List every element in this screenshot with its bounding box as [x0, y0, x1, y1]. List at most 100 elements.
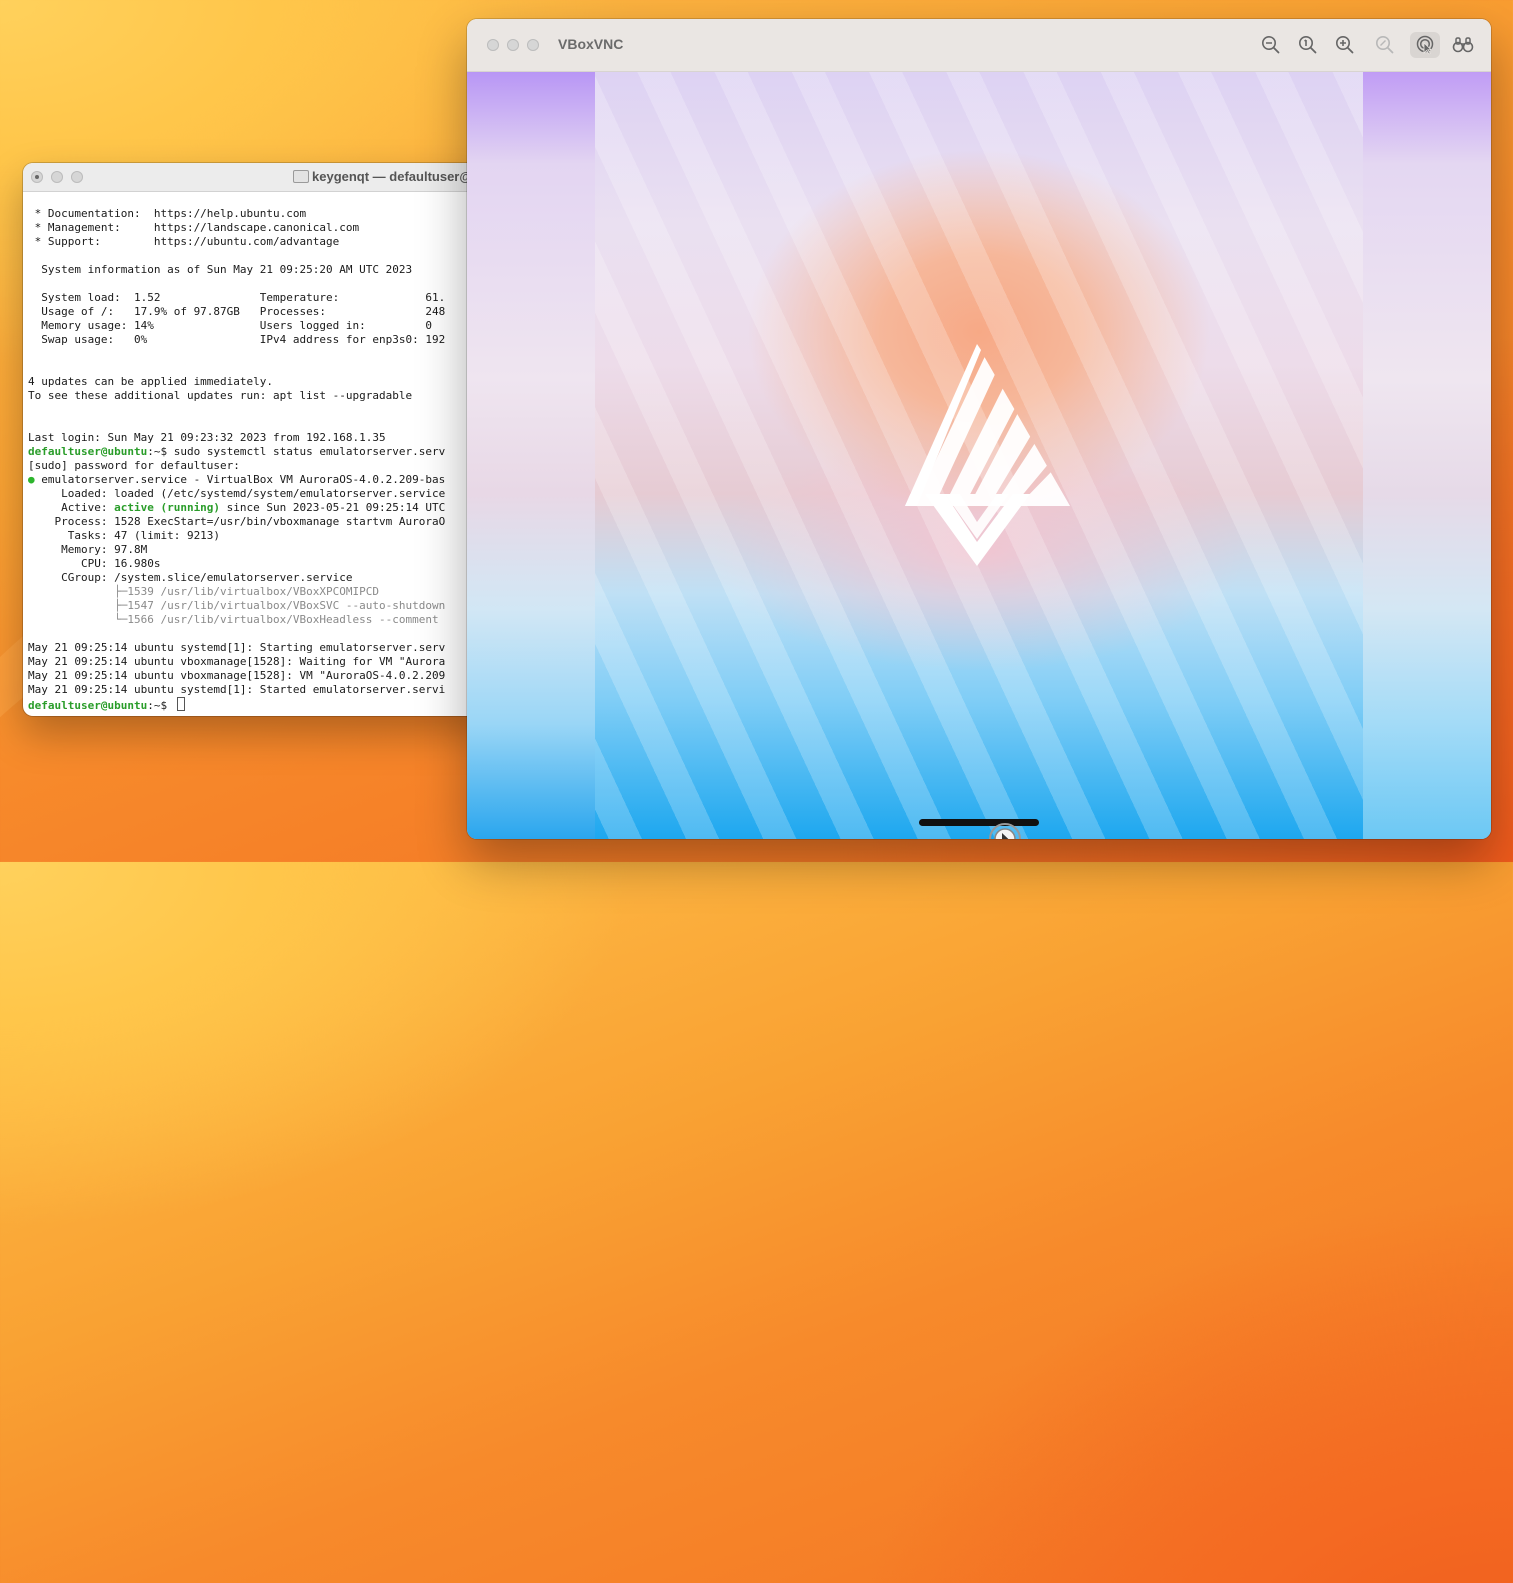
vnc-title: VBoxVNC	[558, 36, 624, 52]
terminal-line: Process: 1528 ExecStart=/usr/bin/vboxman…	[28, 515, 493, 529]
pointer-cursor-icon	[989, 823, 1021, 839]
remote-control-button[interactable]	[1410, 32, 1440, 58]
vnc-titlebar[interactable]: VBoxVNC	[467, 19, 1491, 72]
terminal-text: 1547 /usr/lib/virtualbox/VBoxSVC --auto-…	[127, 599, 446, 612]
terminal-text: :~$	[147, 699, 174, 712]
minimize-button[interactable]	[507, 39, 519, 51]
zoom-out-button[interactable]	[1256, 32, 1286, 58]
aurora-logo-icon	[905, 344, 1070, 566]
terminal-text: 1566 /usr/lib/virtualbox/VBoxHeadless --…	[127, 613, 439, 626]
screen-background-right	[1363, 72, 1491, 839]
terminal-output[interactable]: * Documentation: https://help.ubuntu.com…	[28, 207, 493, 712]
terminal-text: May 21 09:25:14 ubuntu systemd[1]: Start…	[28, 683, 446, 696]
terminal-line: May 21 09:25:14 ubuntu systemd[1]: Start…	[28, 683, 493, 697]
terminal-text: defaultuser@ubuntu	[28, 699, 148, 712]
terminal-line: ● emulatorserver.service - VirtualBox VM…	[28, 473, 493, 487]
remote-control-icon	[1416, 35, 1434, 55]
terminal-text: ├─	[28, 585, 128, 598]
terminal-line: Tasks: 47 (limit: 9213)	[28, 529, 493, 543]
actual-size-button[interactable]	[1293, 32, 1323, 58]
terminal-text: Last login: Sun May 21 09:23:32 2023 fro…	[28, 431, 386, 444]
binoculars-button[interactable]	[1447, 32, 1477, 58]
terminal-text: To see these additional updates run: apt…	[28, 389, 413, 402]
terminal-text: └─	[28, 613, 128, 626]
terminal-text: System load: 1.52 Temperature: 61.	[28, 291, 446, 304]
terminal-line: Loaded: loaded (/etc/systemd/system/emul…	[28, 487, 493, 501]
zoom-in-icon	[1336, 36, 1354, 54]
terminal-line: May 21 09:25:14 ubuntu systemd[1]: Start…	[28, 641, 493, 655]
terminal-text: * Support: https://ubuntu.com/advantage	[28, 235, 340, 248]
terminal-window[interactable]: keygenqt — defaultuser@ * Documentation:…	[23, 163, 493, 716]
minimize-button[interactable]	[51, 171, 63, 183]
zoom-in-button[interactable]	[1330, 32, 1360, 58]
terminal-title: keygenqt — defaultuser@	[312, 169, 473, 184]
terminal-line: CPU: 16.980s	[28, 557, 493, 571]
terminal-text: [sudo] password for defaultuser:	[28, 459, 240, 472]
zoom-to-fit-icon	[1376, 36, 1394, 54]
zoom-button[interactable]	[527, 39, 539, 51]
close-button[interactable]	[487, 39, 499, 51]
terminal-text: 1539 /usr/lib/virtualbox/VBoxXPCOMIPCD	[127, 585, 380, 598]
terminal-line: * Documentation: https://help.ubuntu.com	[28, 207, 493, 221]
terminal-line: defaultuser@ubuntu:~$ sudo systemctl sta…	[28, 445, 493, 459]
terminal-line: May 21 09:25:14 ubuntu vboxmanage[1528]:…	[28, 669, 493, 683]
terminal-line: Memory: 97.8M	[28, 543, 493, 557]
terminal-text: System information as of Sun May 21 09:2…	[28, 263, 413, 276]
terminal-text: * Management: https://landscape.canonica…	[28, 221, 360, 234]
terminal-line: defaultuser@ubuntu:~$	[28, 697, 493, 712]
terminal-line: ├─1547 /usr/lib/virtualbox/VBoxSVC --aut…	[28, 599, 493, 613]
zoom-actual-size-icon	[1299, 36, 1317, 54]
terminal-text: :~$ sudo systemctl status emulatorserver…	[147, 445, 446, 458]
zoom-out-icon	[1262, 36, 1280, 54]
terminal-text: 4 updates can be applied immediately.	[28, 375, 274, 388]
text-cursor	[176, 697, 185, 711]
terminal-line: Memory usage: 14% Users logged in: 0	[28, 319, 493, 333]
zoom-button[interactable]	[71, 171, 83, 183]
terminal-text: Loaded: loaded (/etc/systemd/system/emul…	[28, 487, 446, 500]
terminal-text: since Sun 2023-05-21 09:25:14 UTC	[220, 501, 446, 514]
terminal-text: emulatorserver.service - VirtualBox VM A…	[34, 473, 446, 486]
screen-background-left	[467, 72, 595, 839]
terminal-text: Tasks: 47 (limit: 9213)	[28, 529, 221, 542]
vnc-window[interactable]: VBoxVNC	[467, 19, 1491, 839]
terminal-line: To see these additional updates run: apt…	[28, 389, 493, 403]
terminal-text: Process: 1528 ExecStart=/usr/bin/vboxman…	[28, 515, 446, 528]
terminal-text: May 21 09:25:14 ubuntu systemd[1]: Start…	[28, 641, 446, 654]
terminal-text: Memory usage: 14% Users logged in: 0	[28, 319, 432, 332]
terminal-text: Memory: 97.8M	[28, 543, 148, 556]
terminal-line: Usage of /: 17.9% of 97.87GB Processes: …	[28, 305, 493, 319]
terminal-line: └─1566 /usr/lib/virtualbox/VBoxHeadless …	[28, 613, 493, 627]
terminal-text: ●	[28, 473, 35, 486]
terminal-text: CGroup: /system.slice/emulatorserver.ser…	[28, 571, 353, 584]
terminal-line: Active: active (running) since Sun 2023-…	[28, 501, 493, 515]
terminal-text: May 21 09:25:14 ubuntu vboxmanage[1528]:…	[28, 655, 446, 668]
terminal-line: Last login: Sun May 21 09:23:32 2023 fro…	[28, 431, 493, 445]
terminal-text: * Documentation: https://help.ubuntu.com	[28, 207, 307, 220]
terminal-line: May 21 09:25:14 ubuntu vboxmanage[1528]:…	[28, 655, 493, 669]
emulator-display[interactable]	[595, 72, 1363, 839]
terminal-text: defaultuser@ubuntu	[28, 445, 148, 458]
terminal-titlebar[interactable]: keygenqt — defaultuser@	[23, 163, 493, 192]
terminal-text: Active:	[28, 501, 115, 514]
zoom-to-fit-button[interactable]	[1370, 32, 1400, 58]
close-button[interactable]	[31, 171, 43, 183]
terminal-line: System load: 1.52 Temperature: 61.	[28, 291, 493, 305]
terminal-text: May 21 09:25:14 ubuntu vboxmanage[1528]:…	[28, 669, 446, 682]
terminal-line: System information as of Sun May 21 09:2…	[28, 263, 493, 277]
terminal-line: * Management: https://landscape.canonica…	[28, 221, 493, 235]
terminal-line: [sudo] password for defaultuser:	[28, 459, 493, 473]
binoculars-icon	[1452, 37, 1474, 53]
terminal-text: ├─	[28, 599, 128, 612]
folder-icon	[293, 170, 309, 183]
vnc-screen[interactable]	[467, 72, 1491, 839]
terminal-line: ├─1539 /usr/lib/virtualbox/VBoxXPCOMIPCD	[28, 585, 493, 599]
terminal-line: CGroup: /system.slice/emulatorserver.ser…	[28, 571, 493, 585]
terminal-text: Swap usage: 0% IPv4 address for enp3s0: …	[28, 333, 446, 346]
